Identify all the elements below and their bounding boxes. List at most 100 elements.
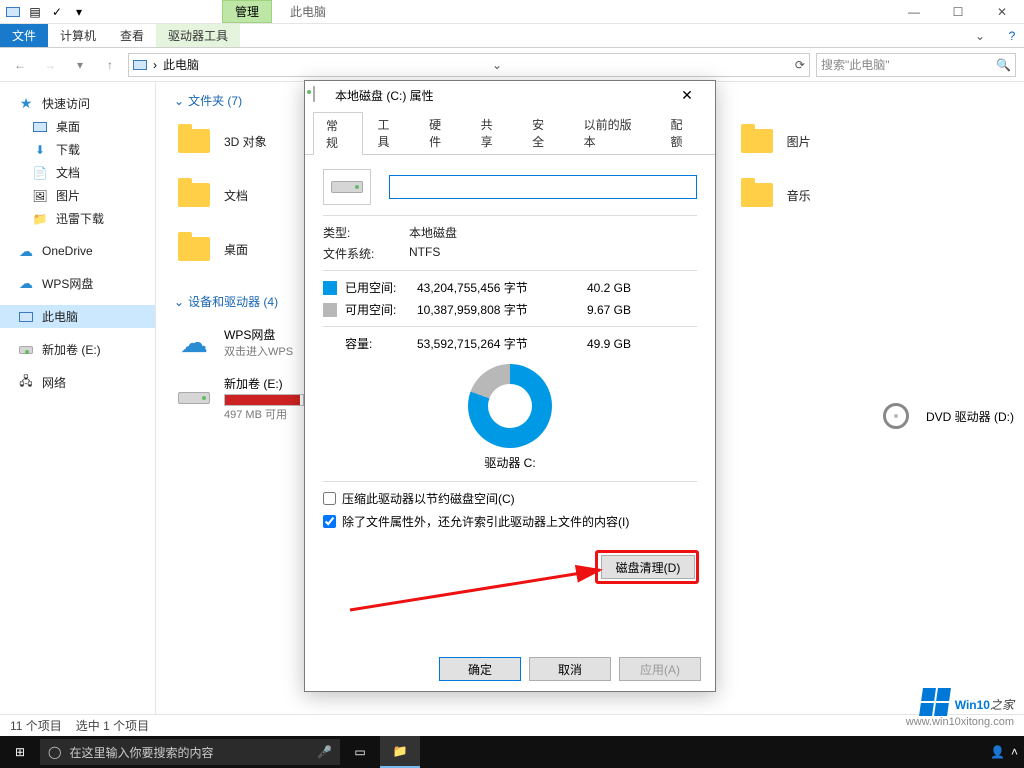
folder-icon (737, 175, 777, 215)
sidebar-item-pictures[interactable]: 🖼图片 (0, 184, 155, 207)
tab-tools[interactable]: 工具 (365, 111, 415, 154)
sidebar-item-wps[interactable]: ☁WPS网盘 (0, 272, 155, 295)
qat-dropdown[interactable]: ▾ (70, 3, 88, 21)
sidebar-item-this-pc[interactable]: 此电脑 (0, 305, 155, 328)
search-input[interactable]: 搜索"此电脑" 🔍 (816, 53, 1016, 77)
document-icon: 📄 (32, 165, 48, 181)
people-icon[interactable]: 👤 (990, 745, 1005, 759)
value-filesystem: NTFS (409, 245, 440, 262)
apply-button[interactable]: 应用(A) (619, 657, 701, 681)
dialog-title: 本地磁盘 (C:) 属性 (335, 87, 434, 104)
drive-letter-label: 驱动器 C: (323, 454, 697, 471)
tab-general[interactable]: 常规 (313, 112, 363, 155)
dvd-icon (876, 396, 916, 436)
search-placeholder: 搜索"此电脑" (821, 56, 890, 73)
sidebar-item-thunder[interactable]: 📁迅雷下载 (0, 207, 155, 230)
quick-access-toolbar: ▤ ✓ ▾ (0, 3, 92, 21)
app-icon (4, 3, 22, 21)
device-dvd[interactable]: DVD 驱动器 (D:) (876, 392, 1014, 440)
system-tray[interactable]: 👤 ˄ (984, 745, 1024, 759)
watermark-url: www.win10xitong.com (906, 716, 1014, 728)
dialog-titlebar[interactable]: 本地磁盘 (C:) 属性 ✕ (305, 81, 715, 109)
sidebar-item-documents[interactable]: 📄文档 (0, 161, 155, 184)
search-icon: 🔍 (996, 58, 1011, 72)
free-swatch (323, 303, 337, 317)
index-checkbox[interactable] (323, 515, 336, 528)
cloud-icon: ☁ (174, 322, 214, 362)
sidebar-item-quick-access[interactable]: ★快速访问 (0, 92, 155, 115)
file-tab[interactable]: 文件 (0, 24, 48, 47)
folder-icon (174, 121, 214, 161)
qat-item[interactable]: ▤ (26, 3, 44, 21)
item-count: 11 个项目 (10, 717, 62, 734)
start-button[interactable]: ⊞ (0, 736, 40, 768)
taskbar: ⊞ ◯ 在这里输入你要搜索的内容 🎤 ▭ 📁 👤 ˄ (0, 736, 1024, 768)
download-icon: ⬇ (32, 142, 48, 158)
contextual-tab-label: 管理 (222, 0, 272, 23)
address-dropdown[interactable]: ⌄ (492, 58, 502, 72)
qat-item[interactable]: ✓ (48, 3, 66, 21)
tab-hardware[interactable]: 硬件 (416, 111, 466, 154)
taskbar-search[interactable]: ◯ 在这里输入你要搜索的内容 🎤 (40, 739, 340, 765)
refresh-button[interactable]: ⟳ (795, 58, 805, 72)
ribbon-expand-button[interactable]: ⌄ (960, 24, 1000, 47)
ribbon-tab-computer[interactable]: 计算机 (48, 24, 108, 47)
compress-checkbox[interactable] (323, 492, 336, 505)
minimize-button[interactable]: — (892, 0, 936, 24)
maximize-button[interactable]: ☐ (936, 0, 980, 24)
value-type: 本地磁盘 (409, 224, 457, 241)
navigation-pane: ★快速访问 桌面 ⬇下载 📄文档 🖼图片 📁迅雷下载 ☁OneDrive ☁WP… (0, 82, 156, 714)
dialog-close-button[interactable]: ✕ (667, 87, 707, 104)
up-button[interactable]: ↑ (98, 53, 122, 77)
microphone-icon: 🎤 (317, 745, 332, 759)
disk-cleanup-button[interactable]: 磁盘清理(D) (601, 555, 695, 579)
recent-locations-button[interactable]: ▾ (68, 53, 92, 77)
help-button[interactable]: ? (1000, 24, 1024, 47)
search-placeholder: 在这里输入你要搜索的内容 (69, 744, 213, 761)
drive-icon (18, 342, 34, 358)
sidebar-item-onedrive[interactable]: ☁OneDrive (0, 240, 155, 262)
value-free-gb: 9.67 GB (567, 303, 631, 317)
pictures-icon: 🖼 (32, 188, 48, 204)
sidebar-item-desktop[interactable]: 桌面 (0, 115, 155, 138)
usage-donut-chart (468, 364, 552, 448)
tab-previous-versions[interactable]: 以前的版本 (571, 111, 656, 154)
value-used-gb: 40.2 GB (567, 281, 631, 295)
label-filesystem: 文件系统: (323, 245, 409, 262)
sidebar-item-network[interactable]: 🖧网络 (0, 371, 155, 394)
drive-label-input[interactable] (389, 175, 697, 199)
navigation-row: ← → ▾ ↑ › 此电脑 ⌄ ⟳ 搜索"此电脑" 🔍 (0, 48, 1024, 82)
close-button[interactable]: ✕ (980, 0, 1024, 24)
folder-icon (737, 121, 777, 161)
monitor-icon (32, 119, 48, 135)
tab-security[interactable]: 安全 (519, 111, 569, 154)
status-bar: 11 个项目 选中 1 个项目 (0, 714, 1024, 736)
properties-dialog: 本地磁盘 (C:) 属性 ✕ 常规 工具 硬件 共享 安全 以前的版本 配额 类… (304, 80, 716, 692)
sidebar-item-downloads[interactable]: ⬇下载 (0, 138, 155, 161)
folder-icon (174, 175, 214, 215)
breadcrumb[interactable]: 此电脑 (163, 56, 199, 73)
window-title: 此电脑 (290, 3, 326, 20)
sidebar-item-volume-e[interactable]: 新加卷 (E:) (0, 338, 155, 361)
drive-icon (313, 87, 329, 103)
watermark: Win10之家 www.win10xitong.com (906, 688, 1014, 728)
task-view-button[interactable]: ▭ (340, 736, 380, 768)
address-bar[interactable]: › 此电脑 ⌄ ⟳ (128, 53, 810, 77)
taskbar-explorer[interactable]: 📁 (380, 736, 420, 768)
tab-quota[interactable]: 配额 (657, 111, 707, 154)
drive-icon (174, 378, 214, 418)
ribbon-tab-view[interactable]: 查看 (108, 24, 156, 47)
label-capacity: 容量: (345, 335, 417, 352)
back-button[interactable]: ← (8, 53, 32, 77)
cancel-button[interactable]: 取消 (529, 657, 611, 681)
checkbox-index[interactable]: 除了文件属性外，还允许索引此驱动器上文件的内容(I) (323, 513, 697, 530)
checkbox-compress[interactable]: 压缩此驱动器以节约磁盘空间(C) (323, 490, 697, 507)
label-free: 可用空间: (345, 301, 417, 318)
usage-bar (224, 394, 304, 406)
star-icon: ★ (18, 96, 34, 112)
ok-button[interactable]: 确定 (439, 657, 521, 681)
forward-button[interactable]: → (38, 53, 62, 77)
tab-sharing[interactable]: 共享 (468, 111, 518, 154)
tray-chevron-icon[interactable]: ˄ (1011, 745, 1018, 759)
ribbon-tab-drive-tools[interactable]: 驱动器工具 (156, 24, 240, 47)
